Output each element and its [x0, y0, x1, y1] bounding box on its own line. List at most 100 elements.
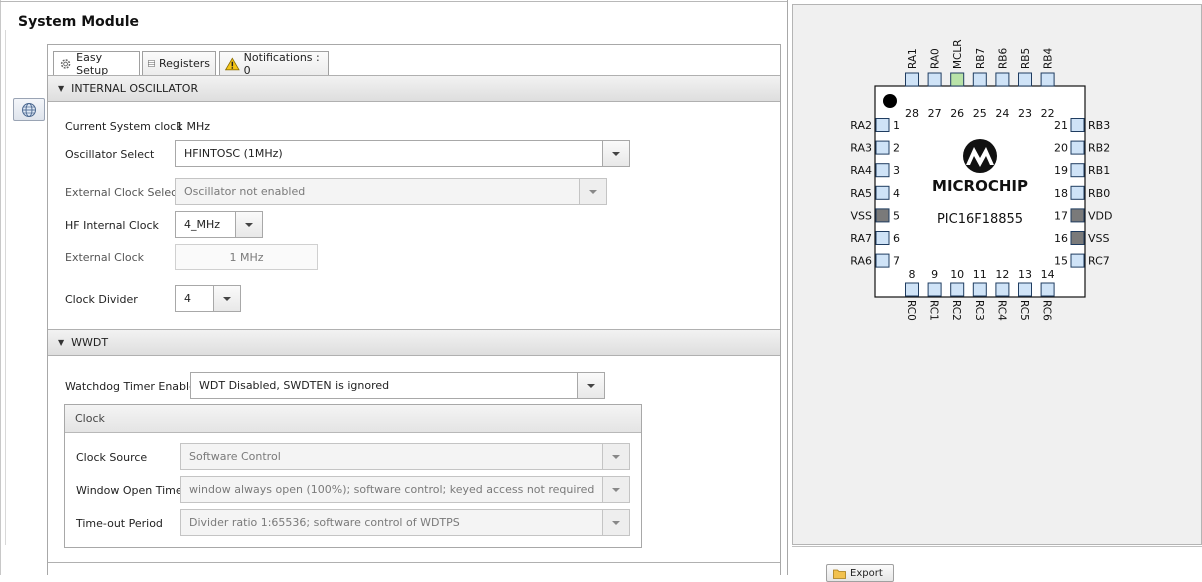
pin-label: VSS: [1088, 232, 1110, 245]
pin-mclr[interactable]: [950, 72, 965, 87]
clock-source-dropdown[interactable]: Software Control: [180, 443, 630, 470]
watchdog-enable-dropdown[interactable]: WDT Disabled, SWDTEN is ignored: [190, 372, 605, 399]
pin-label: RB6: [997, 48, 1009, 69]
pin-vdd[interactable]: [1070, 208, 1085, 223]
hf-internal-clock-label: HF Internal Clock: [65, 219, 159, 232]
pin-rc2[interactable]: [950, 282, 965, 297]
pin-number: 20: [1054, 142, 1068, 155]
pin-label: RA5: [850, 187, 872, 200]
pin-number: 11: [973, 268, 987, 281]
oscillator-select-dropdown[interactable]: HFINTOSC (1MHz): [175, 140, 630, 167]
globe-icon: [22, 102, 36, 117]
pin-rb7[interactable]: [972, 72, 987, 87]
pin-rc6[interactable]: [1040, 282, 1055, 297]
external-clock-select-dropdown[interactable]: Oscillator not enabled: [175, 178, 607, 205]
pin-ra2[interactable]: [875, 118, 890, 132]
pin-label: RB0: [1088, 187, 1110, 200]
tab-easy-setup-label: Easy Setup: [76, 51, 109, 77]
pin-label: RC6: [1041, 300, 1053, 321]
chevron-down-icon[interactable]: [579, 179, 606, 204]
pin-number: 24: [995, 107, 1009, 120]
pin-ra1[interactable]: [905, 72, 919, 87]
chevron-down-icon[interactable]: [602, 444, 629, 469]
pin-label: RA2: [850, 119, 872, 132]
pin-ra3[interactable]: [875, 140, 890, 155]
export-button[interactable]: Export: [826, 564, 894, 582]
pin-ra6[interactable]: [875, 253, 890, 268]
internal-oscillator-title: INTERNAL OSCILLATOR: [71, 82, 199, 95]
wwdt-header[interactable]: ▼ WWDT: [48, 329, 780, 356]
pin-rb0[interactable]: [1070, 185, 1085, 200]
pin-number: 23: [1018, 107, 1032, 120]
tab-easy-setup[interactable]: Easy Setup: [53, 51, 140, 77]
pin-rb2[interactable]: [1070, 140, 1085, 155]
pin-number: 7: [893, 255, 900, 268]
oscillator-select-label: Oscillator Select: [65, 148, 155, 161]
pin-number: 15: [1054, 255, 1068, 268]
pin-rc3[interactable]: [972, 282, 987, 297]
pin-number: 28: [905, 107, 919, 120]
window-open-time-label: Window Open Time: [76, 484, 183, 497]
pin-rb4[interactable]: [1040, 72, 1055, 87]
hf-internal-clock-value: 4_MHz: [184, 218, 221, 231]
pin-number: 21: [1054, 119, 1068, 132]
external-clock-field[interactable]: 1 MHz: [175, 244, 318, 270]
warning-icon: [225, 56, 240, 70]
pin-label: RB7: [975, 48, 987, 69]
pin-label: RC1: [928, 300, 940, 321]
side-globe-button[interactable]: [13, 98, 45, 121]
pin-number: 8: [909, 268, 916, 281]
register-list-icon: [148, 60, 155, 67]
chevron-down-icon[interactable]: [235, 212, 262, 237]
timeout-period-value: Divider ratio 1:65536; software control …: [189, 516, 460, 529]
pin-ra5[interactable]: [875, 185, 890, 200]
pin-rb6[interactable]: [995, 72, 1010, 87]
pin-ra7[interactable]: [875, 231, 890, 245]
pin-rb3[interactable]: [1070, 118, 1085, 132]
pin-number: 14: [1041, 268, 1055, 281]
clock-divider-dropdown[interactable]: 4: [175, 285, 241, 312]
pin-rb1[interactable]: [1070, 163, 1085, 178]
chevron-down-icon[interactable]: [213, 286, 240, 311]
oscillator-select-value: HFINTOSC (1MHz): [184, 147, 283, 160]
pin-number: 19: [1054, 164, 1068, 177]
tab-notifications[interactable]: Notifications : 0: [219, 51, 329, 77]
pin-ra4[interactable]: [875, 163, 890, 178]
clock-divider-label: Clock Divider: [65, 293, 138, 306]
timeout-period-dropdown[interactable]: Divider ratio 1:65536; software control …: [180, 509, 630, 536]
hf-internal-clock-dropdown[interactable]: 4_MHz: [175, 211, 263, 238]
chevron-down-icon[interactable]: [577, 373, 604, 398]
pin-rc7[interactable]: [1070, 253, 1085, 268]
pin-rc1[interactable]: [927, 282, 942, 297]
pin-rc4[interactable]: [995, 282, 1010, 297]
pin-vss[interactable]: [1070, 231, 1085, 245]
chevron-down-icon[interactable]: [602, 141, 629, 166]
module-title: System Module: [18, 14, 140, 30]
pin-rb5[interactable]: [1018, 72, 1032, 87]
pin-rc5[interactable]: [1018, 282, 1032, 297]
clock-source-label: Clock Source: [76, 451, 148, 464]
pin-package-view: MICROCHIP PIC16F18855 RA1 28 RA0 27 MCLR 26 RB…: [792, 4, 1202, 545]
internal-oscillator-header[interactable]: ▼ INTERNAL OSCILLATOR: [48, 75, 780, 102]
pin-ra0[interactable]: [927, 72, 942, 87]
pin-label: RB4: [1043, 48, 1055, 69]
pin-label: MCLR: [952, 39, 964, 69]
pin-number: 3: [893, 164, 900, 177]
watchdog-enable-label: Watchdog Timer Enable: [65, 380, 196, 393]
chevron-down-icon[interactable]: [602, 510, 629, 535]
pin-vss[interactable]: [875, 208, 890, 223]
pin-number: 16: [1054, 232, 1068, 245]
tab-bar: Easy Setup Registers Notifications : 0: [48, 45, 780, 77]
window-open-time-dropdown[interactable]: window always open (100%); software cont…: [180, 476, 630, 503]
external-clock-select-label: External Clock Select: [65, 186, 182, 199]
pin-label: RA6: [850, 255, 872, 268]
pin-label: RC7: [1088, 255, 1110, 268]
pin-rc0[interactable]: [905, 282, 919, 297]
pin-number: 25: [973, 107, 987, 120]
pin-label: RC0: [905, 300, 917, 321]
tab-registers[interactable]: Registers: [142, 51, 216, 75]
external-clock-select-value: Oscillator not enabled: [184, 185, 306, 198]
pin-label: RB2: [1088, 142, 1110, 155]
folder-icon: [833, 569, 846, 579]
chevron-down-icon[interactable]: [602, 477, 629, 502]
